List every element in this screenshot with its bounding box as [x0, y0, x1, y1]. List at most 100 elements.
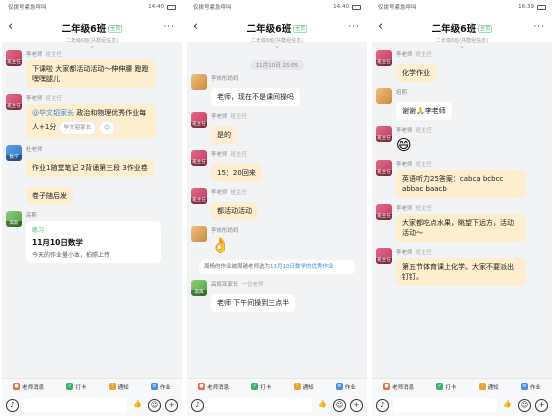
avatar[interactable] — [191, 74, 207, 90]
voice-icon[interactable]: ♪ — [6, 398, 19, 412]
voice-icon[interactable]: ♪ — [191, 398, 204, 412]
voice-icon[interactable]: ♪ — [376, 398, 389, 412]
homework-button[interactable]: ≡ 作业 — [520, 383, 541, 391]
message-bubble[interactable]: 大家都吃点水果，眺望下远方，活动活动～ — [396, 214, 526, 242]
sender-role: 班主任 — [230, 152, 248, 158]
carrier-text: 仅拨号紧急呼叫 — [8, 5, 47, 11]
more-icon[interactable]: ··· — [533, 22, 545, 32]
checkin-icon: ✓ — [436, 383, 444, 390]
notice-button[interactable]: ! 通知 — [478, 383, 499, 391]
time-divider: 11月10日 15:05 — [191, 52, 363, 71]
chat-header: ‹ 二年级6班 全员 二年级6班(共群组信息) ··· — [372, 14, 552, 44]
battery-icon — [167, 4, 176, 10]
group-subtitle: 二年级6班(共群组信息) — [435, 38, 489, 44]
message-bubble[interactable]: 化学作业 — [396, 64, 436, 82]
message-input[interactable] — [23, 398, 127, 412]
message-bubble[interactable]: 英语听力25答案：cabca bcbcc abbac baacb — [396, 170, 526, 198]
message-bubble[interactable]: 卷子随后发 — [26, 187, 73, 205]
teacher-msg-icon: ● — [198, 383, 206, 390]
teacher-msg-button[interactable]: ● 老师消息 — [198, 383, 229, 391]
emoji-icon[interactable]: ☺ — [333, 398, 346, 412]
chat-area[interactable]: 班主任 李老师 班主任 下课啦 大家都活动活动～伸伸腰 蹬蹬 嘿嘿腿儿 班主任 李… — [2, 50, 182, 378]
plus-icon[interactable]: + — [535, 398, 548, 412]
avatar[interactable] — [376, 88, 392, 104]
battery-icon — [537, 4, 546, 10]
message-bubble[interactable]: 谢谢🙏李老师 — [396, 102, 452, 120]
notice-icon: ! — [478, 383, 486, 390]
message-bubble[interactable]: 老师，现在不是课间操吗 — [211, 88, 300, 106]
avatar[interactable]: 班主任 — [6, 94, 22, 110]
homework-card[interactable]: 练习 11月10日数学 今天的作业量小本，拍照上传 — [26, 221, 161, 263]
checkin-button[interactable]: ✓ 打卡 — [66, 383, 86, 391]
avatar[interactable]: 高辉 — [191, 280, 207, 296]
teacher-msg-button[interactable]: ● 老师消息 — [383, 383, 414, 391]
homework-button[interactable]: ≡ 作业 — [335, 383, 356, 391]
mention-link[interactable]: @毕文韬家长 — [32, 109, 74, 117]
avatar[interactable]: 班主任 — [376, 204, 392, 220]
mention-chip[interactable]: 毕文韬家长 — [58, 121, 97, 135]
sender-role: 班主任 — [415, 52, 433, 58]
message: 班主任 李老师 班主任 😄 — [376, 126, 548, 154]
message-input[interactable] — [393, 398, 497, 412]
avatar[interactable]: 班主任 — [376, 50, 392, 66]
notice-button[interactable]: ! 通知 — [108, 383, 129, 391]
message-bubble[interactable]: 下课啦 大家都活动活动～伸伸腰 蹬蹬 嘿嘿腿儿 — [26, 60, 156, 88]
homework-desc: 今天的作业量小本，拍照上传 — [32, 252, 111, 259]
avatar[interactable]: 班主任 — [191, 188, 207, 204]
avatar[interactable]: 班主任 — [6, 50, 22, 66]
message-input[interactable] — [208, 398, 312, 412]
checkin-button[interactable]: ✓ 打卡 — [436, 383, 456, 391]
notice-button[interactable]: ! 通知 — [293, 383, 314, 391]
sender-name: 高斯 — [26, 213, 38, 219]
group-title: 二年级6班 — [61, 24, 107, 35]
chat-area[interactable]: 班主任 李老师班主任 化学作业 焙熙 谢谢🙏李老师 班主任 李老师班主任 😄 — [372, 50, 552, 378]
message-bubble[interactable]: 老师 下午间操到三点半 — [211, 294, 296, 312]
plus-icon[interactable]: + — [350, 398, 363, 412]
input-bar: ♪ 👍 ☺ + — [187, 394, 367, 416]
like-icon[interactable]: 👍 — [131, 399, 144, 412]
emoji-icon[interactable]: ☺ — [518, 398, 531, 412]
avatar[interactable]: 数学 — [6, 145, 22, 161]
ok-hand-sticker[interactable]: 👌 — [211, 236, 363, 254]
homework-icon: ≡ — [335, 383, 343, 390]
screenshot-composite: 仅拨号紧急呼叫 14:40 ‹ 二年级6班 全员 二年级6班(共群组信息) ···… — [0, 0, 554, 416]
avatar[interactable]: 班主任 — [191, 112, 207, 128]
homework-button[interactable]: ≡ 作业 — [150, 383, 171, 391]
message-bubble[interactable]: 15：20回来 — [211, 164, 262, 182]
teacher-msg-button[interactable]: ● 老师消息 — [13, 383, 44, 391]
plus-icon[interactable]: + — [165, 398, 178, 412]
quick-toolbar: ● 老师消息 ✓ 打卡 ! 通知 ≡ 作业 — [372, 378, 552, 394]
sender-role: 班主任 — [415, 128, 433, 134]
more-icon[interactable]: ··· — [163, 22, 175, 32]
message-bubble[interactable]: 第五节体育课上化学。大家不要派出钉钉。 — [396, 258, 526, 286]
grin-emoji[interactable]: 😄 — [396, 136, 548, 154]
avatar[interactable]: 班主任 — [376, 126, 392, 142]
emoji-icon[interactable]: ☺ — [148, 398, 161, 412]
sender-name: 李老师 — [396, 162, 413, 168]
like-icon[interactable]: 👍 — [501, 399, 514, 412]
message-bubble[interactable]: 是的 — [211, 126, 237, 144]
avatar[interactable]: 班主任 — [191, 150, 207, 166]
avatar[interactable]: 高斯 — [6, 211, 22, 227]
avatar[interactable]: 班主任 — [376, 160, 392, 176]
excellent-homework-link[interactable]: 11月10日数学的优秀作业 — [270, 264, 334, 270]
message-bubble[interactable]: @毕文韬家长 政治和物理优秀作业每人+1分 毕文韬家长 ☺ — [26, 104, 156, 139]
more-icon[interactable]: ··· — [348, 22, 360, 32]
like-icon[interactable]: 👍 — [316, 399, 329, 412]
sender-role: 班主任 — [230, 114, 248, 120]
chat-area[interactable]: 11月10日 15:05 李依彤妈妈 老师，现在不是课间操吗 班主任 李老师 班主… — [187, 50, 367, 378]
sender-name: 李老师 — [211, 190, 228, 196]
avatar[interactable]: 班主任 — [376, 248, 392, 264]
message: 班主任 李老师 班主任 是的 — [191, 112, 363, 144]
message: 班主任 李老师 班主任 英语听力25答案：cabca bcbcc abbac ba… — [376, 160, 548, 198]
carrier-text: 仅拨号紧急呼叫 — [193, 5, 232, 11]
checkin-icon: ✓ — [66, 383, 74, 390]
message-bubble[interactable]: 都活动活动 — [211, 202, 258, 220]
avatar[interactable] — [191, 226, 207, 242]
homework-type: 练习 — [32, 227, 45, 234]
reaction-icon[interactable]: ☺ — [99, 121, 115, 135]
checkin-button[interactable]: ✓ 打卡 — [251, 383, 271, 391]
message-bubble[interactable]: 作业1随堂笔记 2背诵第三段 3作业卷 — [26, 159, 154, 177]
group-tag: 全员 — [108, 25, 123, 33]
sender-name: 杜老师 — [26, 147, 43, 153]
